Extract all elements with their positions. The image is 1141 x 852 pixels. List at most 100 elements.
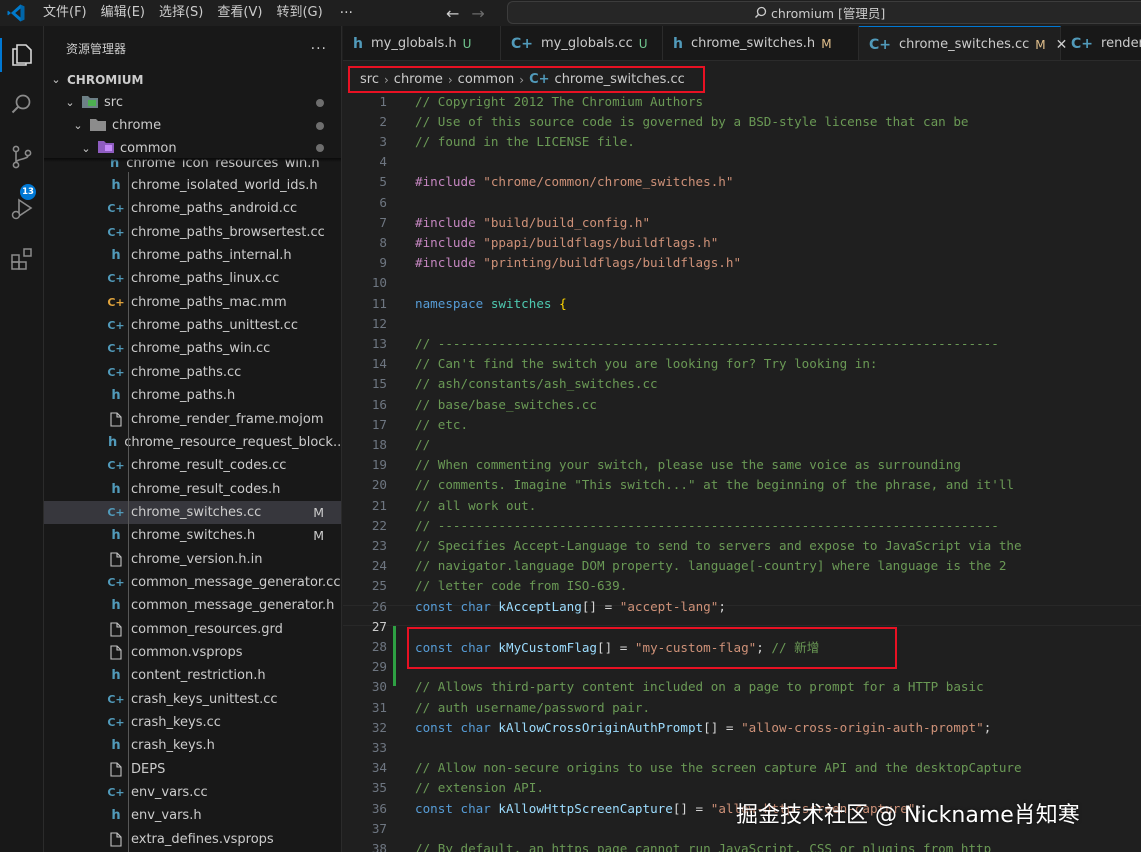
code-line[interactable]: 2 // Use of this source code is governed … (343, 111, 1141, 131)
file-item[interactable]: h env_vars.h (44, 804, 341, 827)
code-line[interactable]: 16 // base/base_switches.cc (343, 394, 1141, 414)
code-line[interactable]: 25 // letter code from ISO-639. (343, 576, 1141, 596)
code-line[interactable]: 5 #include "chrome/common/chrome_switches… (343, 172, 1141, 192)
explorer-more-button[interactable]: ··· (311, 41, 327, 57)
breadcrumb-item-file[interactable]: chrome_switches.cc (555, 72, 685, 87)
file-item[interactable]: C+ chrome_paths_linux.cc (44, 267, 341, 290)
file-item[interactable]: C+ chrome_result_codes.cc (44, 454, 341, 477)
code-line[interactable]: 31 // auth username/password pair. (343, 697, 1141, 717)
code-token: namespace (415, 295, 491, 311)
code-line[interactable]: 13 // -----------------------------------… (343, 333, 1141, 353)
code-line[interactable]: 11 namespace switches { (343, 293, 1141, 313)
code-token: "ppapi/buildflags/buildflags.h" (483, 234, 719, 250)
command-center-search[interactable]: chromium [管理员] (507, 1, 1141, 24)
file-item[interactable]: common.vsprops (44, 641, 341, 664)
file-item[interactable]: C+ common_message_generator.cc (44, 571, 341, 594)
code-line[interactable]: 14 // Can't find the switch you are looki… (343, 354, 1141, 374)
file-item[interactable]: C+ chrome_paths_mac.mm (44, 291, 341, 314)
breadcrumb: src › chrome › common › C+ chrome_switch… (348, 66, 705, 93)
tab-status: U (638, 36, 648, 51)
file-item[interactable]: common_resources.grd (44, 618, 341, 641)
code-line[interactable]: 7 #include "build/build_config.h" (343, 212, 1141, 232)
file-item[interactable]: extra_defines.vsprops (44, 828, 341, 851)
code-line[interactable]: 8 #include "ppapi/buildflags/buildflags.h… (343, 232, 1141, 252)
file-item[interactable]: DEPS (44, 758, 341, 781)
file-item[interactable]: h content_restriction.h (44, 664, 341, 687)
file-item[interactable]: h chrome_paths.h (44, 384, 341, 407)
code-line[interactable]: 10 (343, 273, 1141, 293)
back-arrow-icon[interactable]: ← (446, 4, 459, 23)
menu-edit[interactable]: 编辑(E) (94, 0, 152, 26)
tab-my-globals-h[interactable]: h my_globals.h U (343, 26, 501, 60)
file-item[interactable]: C+ crash_keys_unittest.cc (44, 688, 341, 711)
file-item[interactable]: h crash_keys.h (44, 734, 341, 757)
tab-render[interactable]: C+ render_ (1061, 26, 1141, 60)
code-line[interactable]: 15 // ash/constants/ash_switches.cc (343, 374, 1141, 394)
code-line[interactable]: 33 (343, 737, 1141, 757)
code-line[interactable]: 12 (343, 313, 1141, 333)
code-line[interactable]: 26 const char kAcceptLang[] = "accept-lan… (343, 596, 1141, 616)
file-item[interactable]: C+ crash_keys.cc (44, 711, 341, 734)
code-line[interactable]: 35 // extension API. (343, 778, 1141, 798)
code-line[interactable]: 3 // found in the LICENSE file. (343, 131, 1141, 151)
forward-arrow-icon[interactable]: → (471, 4, 484, 23)
source-control-icon[interactable] (6, 141, 38, 173)
file-item[interactable]: C+ chrome_paths_win.cc (44, 337, 341, 360)
code-line[interactable]: 24 // navigator.language DOM property. la… (343, 556, 1141, 576)
code-line[interactable]: 18 // (343, 434, 1141, 454)
file-item[interactable]: C+ env_vars.cc (44, 781, 341, 804)
menu-file[interactable]: 文件(F) (36, 0, 94, 26)
menu-selection[interactable]: 选择(S) (152, 0, 210, 26)
code-line[interactable]: 38 // By default, an https page cannot ru… (343, 838, 1141, 852)
code-token: // extension API. (415, 780, 544, 796)
file-item[interactable]: h chrome_switches.h M (44, 524, 341, 547)
line-number: 19 (371, 457, 387, 473)
code-line[interactable]: 32 const char kAllowCrossOriginAuthPrompt… (343, 717, 1141, 737)
breadcrumb-item-common[interactable]: common (458, 72, 515, 87)
folder-src[interactable]: ⌄ src (44, 91, 341, 114)
tab-chrome-switches-cc[interactable]: C+ chrome_switches.cc M ✕ (859, 26, 1067, 60)
breadcrumb-item-chrome[interactable]: chrome (394, 72, 443, 87)
code-token: "printing/buildflags/buildflags.h" (483, 255, 742, 271)
search-icon[interactable] (6, 89, 38, 121)
code-editor[interactable]: 1 // Copyright 2012 The Chromium Authors 2… (343, 90, 1141, 852)
file-item[interactable]: C+ chrome_paths_android.cc (44, 197, 341, 220)
file-item[interactable]: C+ chrome_paths_browsertest.cc (44, 221, 341, 244)
code-text: // -------------------------------------… (415, 336, 999, 351)
file-item[interactable]: C+ chrome_paths_unittest.cc (44, 314, 341, 337)
code-line[interactable]: 9 #include "printing/buildflags/buildflag… (343, 253, 1141, 273)
file-item[interactable]: h chrome_result_codes.h (44, 478, 341, 501)
extensions-icon[interactable] (6, 243, 38, 275)
file-item[interactable]: h chrome_resource_request_block... (44, 431, 341, 454)
code-line[interactable]: 20 // comments. Imagine "This switch..." … (343, 475, 1141, 495)
tab-my-globals-cc[interactable]: C+ my_globals.cc U (501, 26, 663, 60)
code-line[interactable]: 21 // all work out. (343, 495, 1141, 515)
code-line[interactable]: 19 // When commenting your switch, please… (343, 455, 1141, 475)
folder-common[interactable]: ⌄ common (44, 137, 341, 159)
breadcrumb-item-src[interactable]: src (360, 72, 379, 87)
menu-go[interactable]: 转到(G) (269, 0, 329, 26)
folder-chrome[interactable]: ⌄ chrome (44, 114, 341, 137)
file-item[interactable]: C+ chrome_switches.cc M (44, 500, 341, 524)
code-line[interactable]: 17 // etc. (343, 414, 1141, 434)
menu-view[interactable]: 查看(V) (210, 0, 269, 26)
file-item[interactable]: chrome_render_frame.mojom (44, 408, 341, 431)
code-line[interactable]: 34 // Allow non-secure origins to use the… (343, 758, 1141, 778)
code-line[interactable]: 30 // Allows third-party content included… (343, 677, 1141, 697)
file-item[interactable]: C+ chrome_paths.cc (44, 361, 341, 384)
code-line[interactable]: 22 // -----------------------------------… (343, 515, 1141, 535)
file-item[interactable]: chrome_version.h.in (44, 548, 341, 571)
file-item[interactable]: h common_message_generator.h (44, 594, 341, 617)
workspace-root[interactable]: ⌄ CHROMIUM (44, 68, 341, 91)
run-debug-icon[interactable] (6, 193, 38, 225)
code-line[interactable]: 6 (343, 192, 1141, 212)
file-item[interactable]: h chrome_isolated_world_ids.h (44, 174, 341, 197)
code-line[interactable]: 4 (343, 152, 1141, 172)
code-line[interactable]: 23 // Specifies Accept-Language to send t… (343, 535, 1141, 555)
code-token: char (460, 719, 499, 735)
explorer-icon[interactable] (6, 39, 38, 71)
tab-chrome-switches-h[interactable]: h chrome_switches.h M (663, 26, 859, 60)
code-line[interactable]: 1 // Copyright 2012 The Chromium Authors (343, 91, 1141, 111)
menu-more-button[interactable]: ··· (330, 0, 363, 26)
file-item[interactable]: h chrome_paths_internal.h (44, 244, 341, 267)
